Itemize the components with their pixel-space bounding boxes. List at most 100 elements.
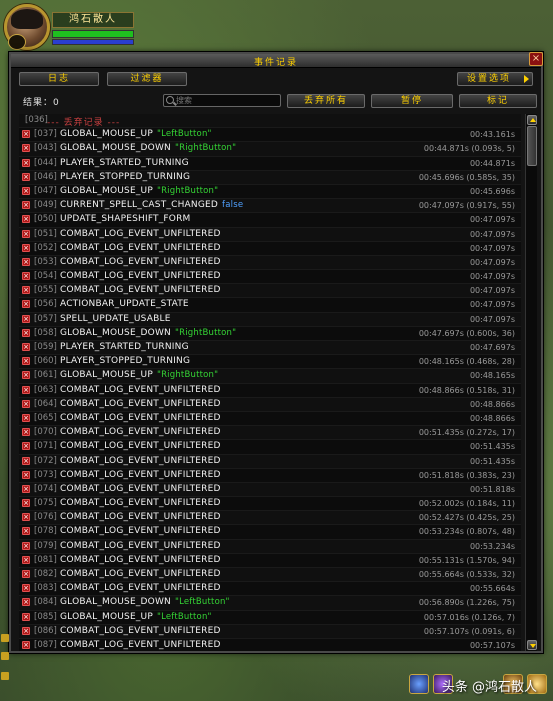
close-icon[interactable]: × [22,541,30,550]
close-icon[interactable]: × [22,371,30,380]
log-row[interactable]: × [044] PLAYER_STARTED_TURNING 00:44.871s [19,157,521,171]
scroll-up-button[interactable] [527,115,537,125]
close-icon[interactable]: × [22,343,30,351]
log-row[interactable]: × [071] COMBAT_LOG_EVENT_UNFILTERED 00:51.4… [19,440,521,455]
window-titlebar[interactable]: 事件记录 [11,54,541,68]
mark-button[interactable]: 标记 [459,94,537,108]
player-unit-frame[interactable]: 鸿石散人 [4,4,134,52]
arrow-up-icon[interactable] [1,634,9,642]
log-row[interactable]: × [073] COMBAT_LOG_EVENT_UNFILTERED 00:51.8… [19,469,521,483]
close-icon[interactable]: × [22,399,30,408]
log-row[interactable]: × [087] COMBAT_LOG_EVENT_UNFILTERED 00:57.1… [19,639,521,651]
close-icon[interactable]: × [22,570,30,578]
log-row[interactable]: × [082] COMBAT_LOG_EVENT_UNFILTERED 00:55.6… [19,568,521,583]
spell-icon[interactable] [409,674,429,694]
search-box[interactable] [163,94,281,107]
close-icon[interactable]: × [22,527,30,536]
close-icon[interactable]: × [22,470,30,479]
close-icon[interactable]: × [22,357,30,366]
log-row[interactable]: × [064] COMBAT_LOG_EVENT_UNFILTERED 00:48.8… [19,397,521,412]
row-timestamp: 00:48.165s (0.468s, 28) [418,357,515,367]
close-icon[interactable]: × [22,442,30,451]
log-row[interactable]: × [083] COMBAT_LOG_EVENT_UNFILTERED 00:55.6… [19,582,521,597]
log-row[interactable]: × [037] GLOBAL_MOUSE_UP "LeftButton" 00:43.1… [19,128,521,143]
close-icon[interactable]: × [22,243,30,252]
close-icon[interactable]: × [22,215,30,224]
close-icon[interactable]: × [22,328,30,337]
log-row[interactable]: × [063] COMBAT_LOG_EVENT_UNFILTERED 00:48.8… [19,384,521,398]
row-event-name: COMBAT_LOG_EVENT_UNFILTERED [60,399,221,409]
log-row[interactable]: × [049] CURRENT_SPELL_CAST_CHANGED false 00:… [19,199,521,214]
close-button[interactable]: × [529,52,543,66]
log-row[interactable]: × [043] GLOBAL_MOUSE_DOWN "RightButton" 00:4… [19,142,521,157]
tab-log[interactable]: 日志 [19,72,99,86]
log-row[interactable]: × [051] COMBAT_LOG_EVENT_UNFILTERED 00:47.0… [19,227,521,242]
close-icon[interactable]: × [22,456,30,465]
close-icon[interactable]: × [22,130,30,139]
row-event-name: PLAYER_STOPPED_TURNING [60,356,190,366]
close-icon[interactable]: × [22,584,30,593]
scroll-thumb[interactable] [527,126,537,166]
tab-filter[interactable]: 过滤器 [107,72,187,86]
log-row[interactable]: × [059] PLAYER_STARTED_TURNING 00:47.697s [19,341,521,356]
log-row[interactable]: × [065] COMBAT_LOG_EVENT_UNFILTERED 00:48.8… [19,412,521,427]
log-row[interactable]: × [046] PLAYER_STOPPED_TURNING 00:45.696s (… [19,170,521,185]
close-icon[interactable]: × [22,201,30,210]
arrow-down-icon[interactable] [1,652,9,660]
row-event-name: GLOBAL_MOUSE_UP "RightButton" [60,186,218,196]
close-icon[interactable]: × [22,612,30,621]
scrollbar[interactable] [525,114,537,651]
scroll-down-button[interactable] [527,640,537,650]
event-list[interactable]: [036] --- 丢弃记录 --- × [037] GLOBAL_MOUSE_UP… [19,114,521,651]
close-icon[interactable]: × [22,484,30,493]
log-row[interactable]: × [074] COMBAT_LOG_EVENT_UNFILTERED 00:51.8… [19,482,521,498]
close-icon[interactable]: × [22,385,30,394]
row-event-name: COMBAT_LOG_EVENT_UNFILTERED [60,484,221,494]
log-row[interactable]: × [052] COMBAT_LOG_EVENT_UNFILTERED 00:47.0… [19,242,521,256]
close-icon[interactable]: × [22,158,30,167]
log-row[interactable]: × [075] COMBAT_LOG_EVENT_UNFILTERED 00:52.0… [19,497,521,512]
log-row[interactable]: × [053] COMBAT_LOG_EVENT_UNFILTERED 00:47.0… [19,255,521,271]
log-row[interactable]: × [070] COMBAT_LOG_EVENT_UNFILTERED 00:51.4… [19,426,521,441]
log-row[interactable]: × [072] COMBAT_LOG_EVENT_UNFILTERED 00:51.4… [19,454,521,469]
log-row[interactable]: × [055] COMBAT_LOG_EVENT_UNFILTERED 00:47.0… [19,284,521,299]
close-icon[interactable]: × [22,172,30,181]
close-icon[interactable]: × [22,186,30,195]
close-icon[interactable]: × [22,272,30,281]
close-icon[interactable]: × [22,598,30,607]
log-row[interactable]: × [050] UPDATE_SHAPESHIFT_FORM 00:47.097s [19,213,521,228]
row-id: [075] [34,498,57,509]
log-row[interactable]: × [056] ACTIONBAR_UPDATE_STATE 00:47.097s [19,298,521,313]
log-row[interactable]: × [085] GLOBAL_MOUSE_UP "LeftButton" 00:57.0… [19,611,521,625]
search-input[interactable] [176,95,278,106]
close-icon[interactable]: × [22,640,30,649]
log-row[interactable]: × [079] COMBAT_LOG_EVENT_UNFILTERED 00:53.2… [19,539,521,554]
pause-button[interactable]: 暂停 [371,94,453,108]
log-row[interactable]: × [078] COMBAT_LOG_EVENT_UNFILTERED 00:53.2… [19,525,521,540]
close-icon[interactable]: × [22,314,30,323]
close-icon[interactable]: × [22,286,30,295]
discard-all-button[interactable]: 丢弃所有 [287,94,365,108]
log-row[interactable]: × [061] GLOBAL_MOUSE_UP "RightButton" 00:48.… [19,369,521,384]
close-icon[interactable]: × [22,626,30,635]
close-icon[interactable]: × [22,413,30,422]
log-row[interactable]: × [047] GLOBAL_MOUSE_UP "RightButton" 00:45.… [19,185,521,200]
close-icon[interactable]: × [22,499,30,508]
close-icon[interactable]: × [22,257,30,266]
log-row[interactable]: × [060] PLAYER_STOPPED_TURNING 00:48.165s (… [19,355,521,370]
log-row[interactable]: × [076] COMBAT_LOG_EVENT_UNFILTERED 00:52.4… [19,511,521,526]
log-row[interactable]: × [081] COMBAT_LOG_EVENT_UNFILTERED 00:55.1… [19,554,521,568]
log-row[interactable]: × [084] GLOBAL_MOUSE_DOWN "LeftButton" 00:56… [19,596,521,611]
close-icon[interactable]: × [22,555,30,564]
options-button[interactable]: 设置选项 [457,72,533,86]
close-icon[interactable]: × [22,513,30,522]
log-row[interactable]: × [086] COMBAT_LOG_EVENT_UNFILTERED 00:57.1… [19,624,521,639]
close-icon[interactable]: × [22,144,30,153]
log-row[interactable]: × [058] GLOBAL_MOUSE_DOWN "RightButton" 00:4… [19,327,521,341]
log-row[interactable]: × [057] SPELL_UPDATE_USABLE 00:47.097s [19,312,521,327]
log-row[interactable]: × [054] COMBAT_LOG_EVENT_UNFILTERED 00:47.0… [19,270,521,285]
arrow-down-icon[interactable] [1,672,9,680]
close-icon[interactable]: × [22,428,30,437]
close-icon[interactable]: × [22,300,30,309]
close-icon[interactable]: × [22,229,30,238]
